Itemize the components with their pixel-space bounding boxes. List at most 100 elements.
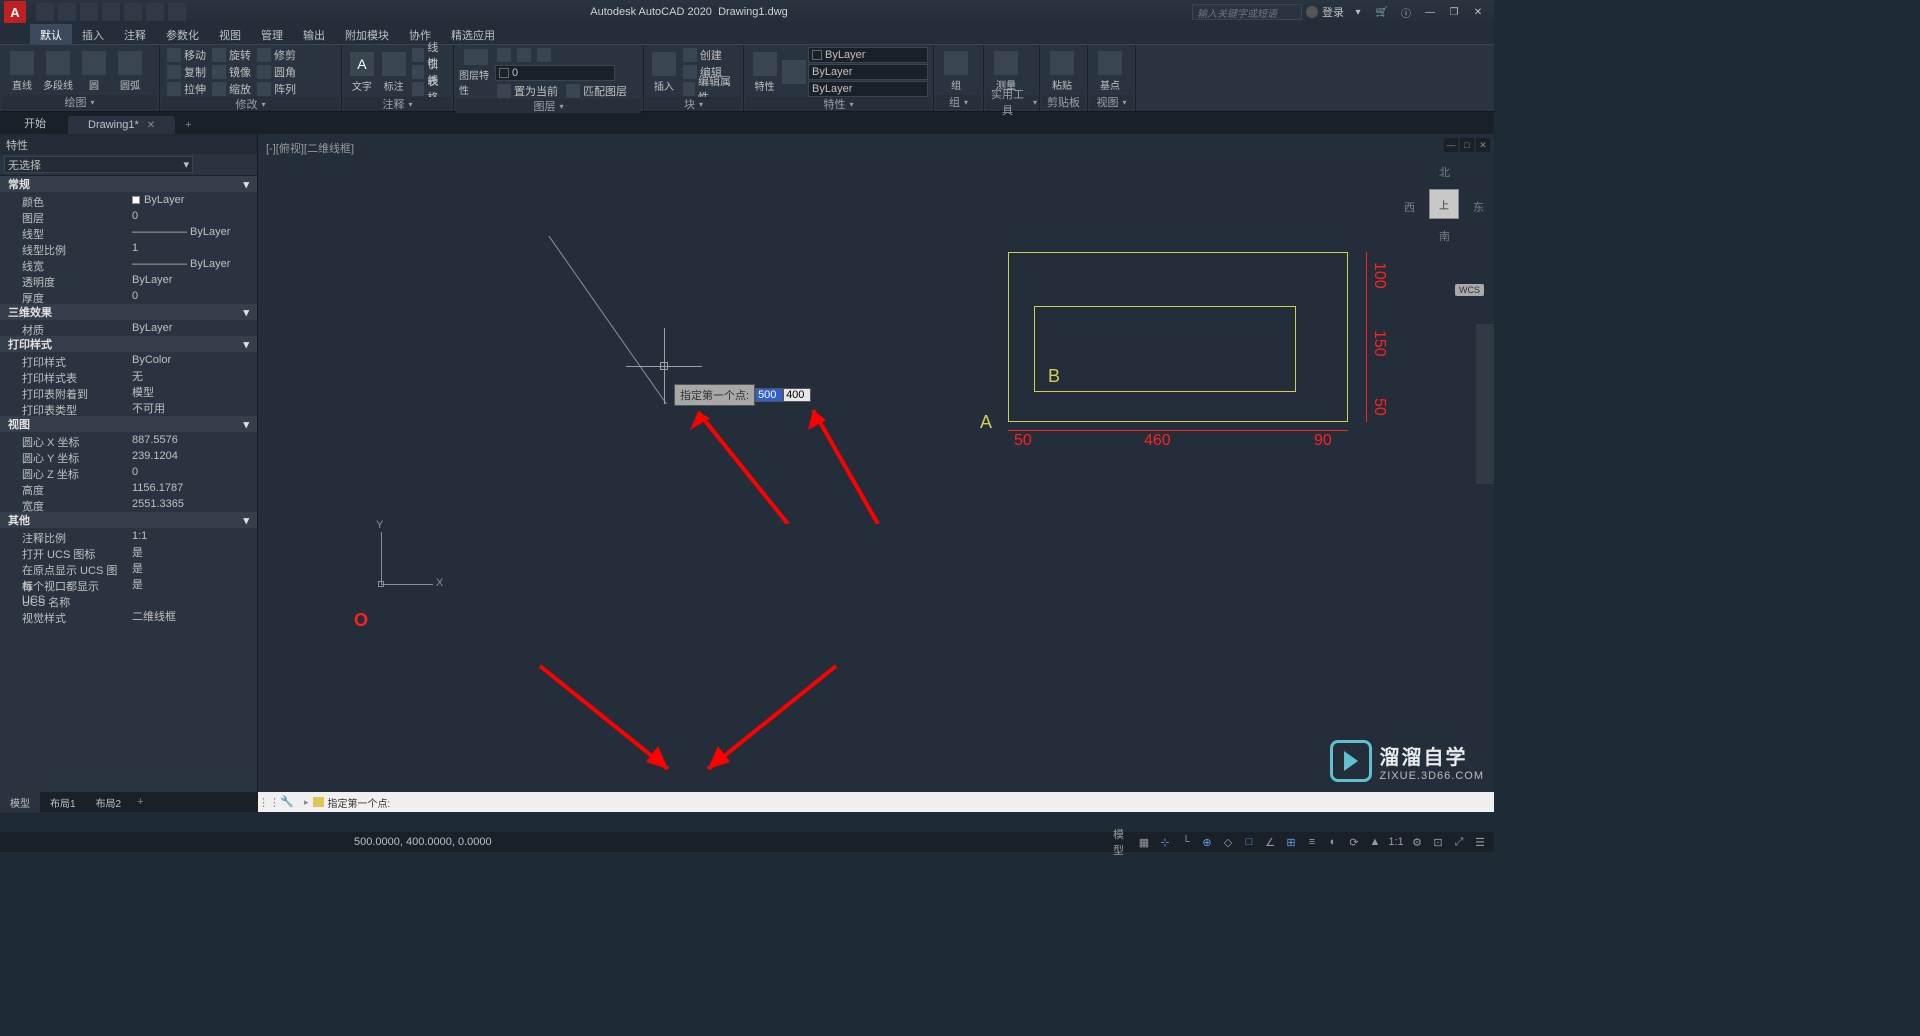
status-ortho-icon[interactable]: └ <box>1176 833 1196 851</box>
prop-value[interactable]: 0 <box>128 208 257 224</box>
status-scale-icon[interactable]: 1:1 <box>1386 833 1406 851</box>
viewcube[interactable]: 北 东 南 西 上 <box>1404 164 1484 244</box>
tab-default[interactable]: 默认 <box>30 24 72 44</box>
viewcube-top[interactable]: 上 <box>1429 189 1459 219</box>
match-button[interactable] <box>782 48 806 96</box>
prop-value[interactable]: 1156.1787 <box>128 480 257 496</box>
cmd-tool-icon[interactable]: 🔧 <box>280 795 294 809</box>
arc-button[interactable]: 圆弧 <box>113 47 147 95</box>
prop-row[interactable]: 注释比例1:1 <box>0 528 257 544</box>
status-cycle-icon[interactable]: ⟳ <box>1344 833 1364 851</box>
prop-value[interactable]: ————— ByLayer <box>128 224 257 240</box>
color-dropdown[interactable]: ByLayer <box>808 47 928 63</box>
status-polar-icon[interactable]: ⊕ <box>1197 833 1217 851</box>
prop-value[interactable]: ————— ByLayer <box>128 256 257 272</box>
dyn-x-input[interactable]: 500 <box>755 388 783 402</box>
prop-value[interactable]: 0 <box>128 464 257 480</box>
prop-row[interactable]: 材质ByLayer <box>0 320 257 336</box>
status-clean-icon[interactable]: ⤢ <box>1449 833 1469 851</box>
status-osnap-icon[interactable]: □ <box>1239 833 1259 851</box>
layer-current-button[interactable]: 置为当前 <box>495 83 560 99</box>
tab-output[interactable]: 输出 <box>293 24 335 44</box>
prop-row[interactable]: 打印样式ByColor <box>0 352 257 368</box>
cmd-handle-icon[interactable]: ⋮⋮ <box>258 796 276 809</box>
prop-value[interactable]: 是 <box>128 576 257 592</box>
prop-row[interactable]: 打印表类型不可用 <box>0 400 257 416</box>
prop-row[interactable]: 打开 UCS 图标是 <box>0 544 257 560</box>
props-tool2[interactable] <box>217 157 233 173</box>
prop-row[interactable]: 在原点显示 UCS 图标是 <box>0 560 257 576</box>
tab-add-button[interactable]: + <box>177 116 199 134</box>
props-tool1[interactable] <box>197 157 213 173</box>
vp-close-icon[interactable]: ✕ <box>1476 138 1490 152</box>
prop-value[interactable]: ByLayer <box>128 192 257 208</box>
prop-section-header[interactable]: 视图▾ <box>0 416 257 432</box>
group-button[interactable]: 组 <box>939 47 973 95</box>
paste-button[interactable]: 粘贴 <box>1045 47 1079 95</box>
tab-layout2[interactable]: 布局2 <box>86 792 132 813</box>
status-anno-icon[interactable]: ▲ <box>1365 833 1385 851</box>
mirror-button[interactable]: 镜像 <box>210 64 253 80</box>
prop-value[interactable]: 887.5576 <box>128 432 257 448</box>
prop-row[interactable]: 宽度2551.3365 <box>0 496 257 512</box>
prop-row[interactable]: 打印样式表无 <box>0 368 257 384</box>
prop-value[interactable]: ByColor <box>128 352 257 368</box>
layer-dropdown[interactable]: 0 <box>495 65 615 81</box>
drawing-canvas[interactable]: [-][俯视][二维线框] — □ ✕ X Y O 指定第一个点: 500 40… <box>258 134 1494 792</box>
user-login[interactable]: 登录 <box>1306 4 1344 20</box>
prop-value[interactable]: 0 <box>128 288 257 304</box>
file-tab-drawing1[interactable]: Drawing1*✕ <box>68 116 175 134</box>
minimize-icon[interactable]: — <box>1420 4 1440 20</box>
status-dyn-icon[interactable]: ⊞ <box>1281 833 1301 851</box>
prop-row[interactable]: 线型————— ByLayer <box>0 224 257 240</box>
status-gear-icon[interactable]: ⚙ <box>1407 833 1427 851</box>
prop-value[interactable]: 239.1204 <box>128 448 257 464</box>
prop-row[interactable]: 线型比例1 <box>0 240 257 256</box>
qat-save-icon[interactable] <box>80 3 98 21</box>
trim-button[interactable]: 修剪 <box>255 47 298 63</box>
qat-undo-icon[interactable] <box>146 3 164 21</box>
prop-row[interactable]: 高度1156.1787 <box>0 480 257 496</box>
status-custom-icon[interactable]: ☰ <box>1470 833 1490 851</box>
prop-row[interactable]: 图层0 <box>0 208 257 224</box>
prop-row[interactable]: 透明度ByLayer <box>0 272 257 288</box>
tab-annotate[interactable]: 注释 <box>114 24 156 44</box>
qat-new-icon[interactable] <box>36 3 54 21</box>
tab-model[interactable]: 模型 <box>0 792 40 813</box>
editattr-button[interactable]: 编辑属性 <box>681 81 738 97</box>
prop-value[interactable]: 1:1 <box>128 528 257 544</box>
table-button[interactable]: 表格 <box>410 81 448 97</box>
nav-bar[interactable] <box>1476 324 1494 484</box>
copy-button[interactable]: 复制 <box>165 64 208 80</box>
insert-block-button[interactable]: 插入 <box>649 48 679 96</box>
stretch-button[interactable]: 拉伸 <box>165 81 208 97</box>
dimension-button[interactable]: 标注 <box>379 48 409 96</box>
move-button[interactable]: 移动 <box>165 47 208 63</box>
line-button[interactable]: 直线 <box>5 47 39 95</box>
qat-open-icon[interactable] <box>58 3 76 21</box>
prop-value[interactable]: 是 <box>128 560 257 576</box>
tab-close-icon[interactable]: ✕ <box>147 120 155 131</box>
props-button[interactable]: 特性 <box>749 48 780 96</box>
prop-value[interactable]: 二维线框 <box>128 608 257 624</box>
info-icon[interactable]: ⓘ <box>1396 4 1416 20</box>
prop-row[interactable]: 颜色ByLayer <box>0 192 257 208</box>
prop-value[interactable]: 不可用 <box>128 400 257 416</box>
prop-value[interactable]: 无 <box>128 368 257 384</box>
scale-button[interactable]: 缩放 <box>210 81 253 97</box>
layer-match-button[interactable]: 匹配图层 <box>564 83 629 99</box>
tab-insert[interactable]: 插入 <box>72 24 114 44</box>
status-iso-icon[interactable]: ◇ <box>1218 833 1238 851</box>
qat-saveas-icon[interactable] <box>102 3 120 21</box>
prop-section-header[interactable]: 其他▾ <box>0 512 257 528</box>
prop-value[interactable]: ByLayer <box>128 272 257 288</box>
prop-row[interactable]: 圆心 Z 坐标0 <box>0 464 257 480</box>
status-otrack-icon[interactable]: ∠ <box>1260 833 1280 851</box>
tab-manage[interactable]: 管理 <box>251 24 293 44</box>
props-tool3[interactable] <box>237 157 253 173</box>
lineweight-dropdown[interactable]: ByLayer <box>808 64 928 80</box>
status-lwt-icon[interactable]: ≡ <box>1302 833 1322 851</box>
tab-featured[interactable]: 精选应用 <box>441 24 505 44</box>
help-icon[interactable]: ▾ <box>1348 4 1368 20</box>
prop-row[interactable]: 线宽————— ByLayer <box>0 256 257 272</box>
